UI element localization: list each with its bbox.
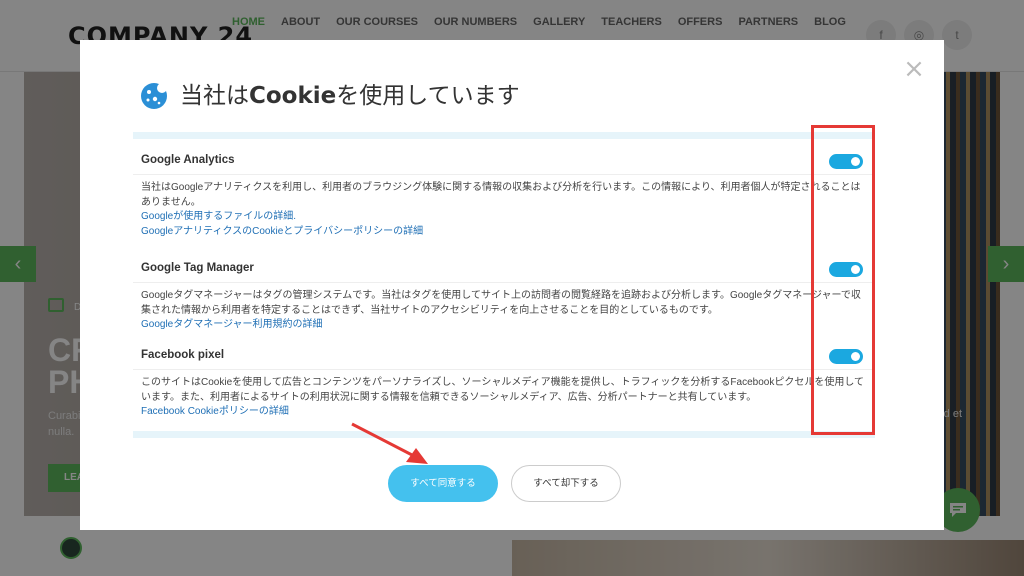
- link-google-files-details[interactable]: Googleが使用するファイルの詳細.: [141, 210, 867, 225]
- modal-title-suffix: を使用しています: [336, 83, 520, 109]
- section-header: Facebook pixel: [133, 340, 875, 370]
- modal-title-prefix: 当社は: [180, 83, 249, 109]
- cookie-section-google-analytics: Google Analytics 当社はGoogleアナリティクスを利用し、利用…: [133, 145, 875, 239]
- arrow-annotation-icon: [351, 422, 428, 464]
- accept-all-button[interactable]: すべて同意する: [388, 465, 498, 502]
- section-body: 当社はGoogleアナリティクスを利用し、利用者のブラウジング体験に関する情報の…: [133, 175, 875, 239]
- section-name: Facebook pixel: [141, 349, 225, 361]
- section-body: このサイトはCookieを使用して広告とコンテンツをパーソナライズし、ソーシャル…: [133, 370, 875, 420]
- cookie-settings-panel: Google Analytics 当社はGoogleアナリティクスを利用し、利用…: [133, 132, 875, 438]
- decline-all-button[interactable]: すべて却下する: [511, 465, 621, 502]
- section-header: Google Analytics: [133, 145, 875, 175]
- link-facebook-cookie-policy[interactable]: Facebook Cookieポリシーの詳細: [141, 405, 867, 420]
- section-body: Googleタグマネージャーはタグの管理システムです。当社はタグを使用してサイト…: [133, 283, 875, 333]
- modal-title-bold: Cookie: [249, 83, 337, 109]
- link-gtm-terms[interactable]: Googleタグマネージャー利用規約の詳細: [141, 318, 867, 333]
- section-description: 当社はGoogleアナリティクスを利用し、利用者のブラウジング体験に関する情報の…: [141, 182, 861, 208]
- cookie-section-facebook-pixel: Facebook pixel このサイトはCookieを使用して広告とコンテンツ…: [133, 340, 875, 420]
- cookie-section-google-tag-manager: Google Tag Manager Googleタグマネージャーはタグの管理シ…: [133, 253, 875, 333]
- section-description: このサイトはCookieを使用して広告とコンテンツをパーソナライズし、ソーシャル…: [141, 377, 865, 403]
- modal-title: 当社はCookieを使用しています: [180, 82, 520, 110]
- cookie-icon: [141, 83, 167, 109]
- highlight-box-annotation: [811, 125, 875, 435]
- section-name: Google Tag Manager: [141, 262, 254, 274]
- section-description: Googleタグマネージャーはタグの管理システムです。当社はタグを使用してサイト…: [141, 290, 861, 316]
- close-icon[interactable]: ×: [902, 56, 926, 82]
- link-google-analytics-privacy[interactable]: GoogleアナリティクスのCookieとプライバシーポリシーの詳細: [141, 225, 867, 240]
- section-name: Google Analytics: [141, 154, 235, 166]
- section-header: Google Tag Manager: [133, 253, 875, 283]
